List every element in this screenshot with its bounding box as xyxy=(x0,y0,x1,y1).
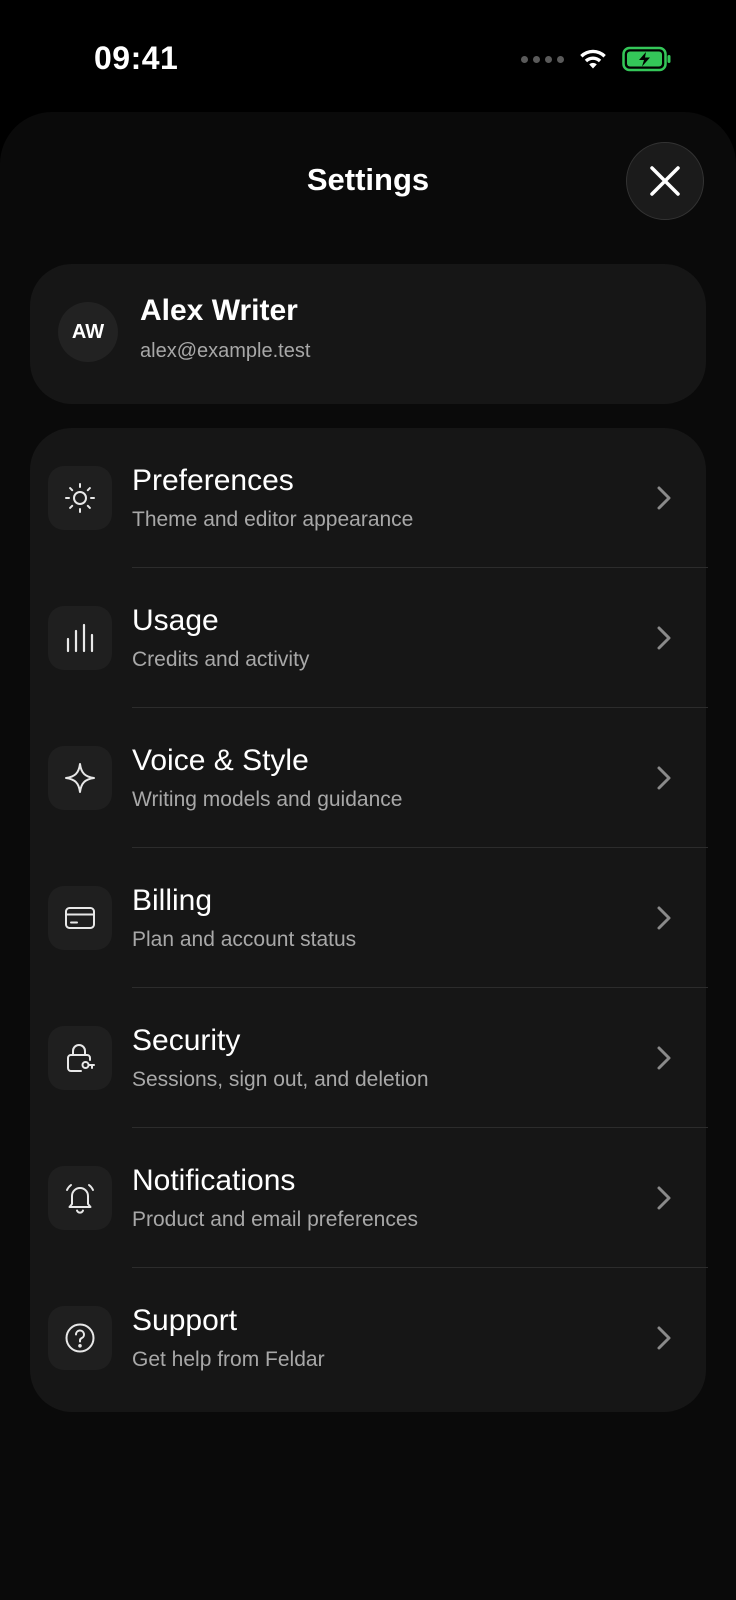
menu-item-title: Billing xyxy=(132,884,213,917)
menu-item-subtitle: Credits and activity xyxy=(132,648,310,671)
status-time: 09:41 xyxy=(94,40,179,76)
menu-item-subtitle: Get help from Feldar xyxy=(132,1348,325,1371)
menu-item-title: Security xyxy=(132,1024,241,1057)
menu-item-subtitle: Writing models and guidance xyxy=(132,788,403,811)
menu-item-title: Voice & Style xyxy=(132,744,309,777)
settings-menu: Preferences Theme and editor appearance … xyxy=(30,428,708,1412)
close-button[interactable] xyxy=(626,142,704,220)
chevron-right-icon xyxy=(657,1326,671,1350)
status-icons xyxy=(521,44,672,74)
help-circle-icon xyxy=(65,1323,95,1353)
chevron-right-icon xyxy=(657,766,671,790)
menu-item-title: Preferences xyxy=(132,464,294,497)
menu-item-billing[interactable]: Billing Plan and account status xyxy=(30,848,708,988)
bar-chart-icon xyxy=(66,623,94,653)
menu-item-title: Notifications xyxy=(132,1164,296,1197)
chevron-right-icon xyxy=(657,1186,671,1210)
menu-item-subtitle: Plan and account status xyxy=(132,928,357,951)
sparkle-icon xyxy=(65,763,95,793)
settings-sheet: Settings AW Alex Writer alex@example.tes… xyxy=(0,112,736,1600)
menu-item-support[interactable]: Support Get help from Feldar xyxy=(30,1268,706,1408)
menu-icon-box xyxy=(48,1306,112,1370)
menu-icon-box xyxy=(48,1166,112,1230)
profile-email: alex@example.test xyxy=(140,340,311,362)
credit-card-icon xyxy=(65,907,95,929)
chevron-right-icon xyxy=(657,486,671,510)
sun-icon xyxy=(65,483,95,513)
chevron-right-icon xyxy=(657,906,671,930)
profile-name: Alex Writer xyxy=(140,294,298,327)
status-bar: 09:41 xyxy=(0,0,736,112)
menu-item-subtitle: Sessions, sign out, and deletion xyxy=(132,1068,429,1091)
menu-icon-box xyxy=(48,606,112,670)
menu-item-security[interactable]: Security Sessions, sign out, and deletio… xyxy=(30,988,708,1128)
chevron-right-icon xyxy=(657,1046,671,1070)
lock-key-icon xyxy=(67,1044,95,1072)
menu-item-title: Usage xyxy=(132,604,219,637)
menu-item-subtitle: Theme and editor appearance xyxy=(132,508,414,531)
battery-charging-icon xyxy=(622,46,671,72)
chevron-right-icon xyxy=(657,626,671,650)
bell-icon xyxy=(66,1184,94,1214)
menu-icon-box xyxy=(48,466,112,530)
menu-item-notifications[interactable]: Notifications Product and email preferen… xyxy=(30,1128,708,1268)
menu-item-usage[interactable]: Usage Credits and activity xyxy=(30,568,708,708)
menu-icon-box xyxy=(48,746,112,810)
menu-icon-box xyxy=(48,1026,112,1090)
profile-card[interactable]: AW Alex Writer alex@example.test xyxy=(30,264,706,404)
close-icon xyxy=(650,166,680,196)
wifi-icon xyxy=(580,49,606,69)
menu-item-title: Support xyxy=(132,1304,238,1337)
avatar: AW xyxy=(58,302,118,362)
menu-icon-box xyxy=(48,886,112,950)
menu-item-voice-style[interactable]: Voice & Style Writing models and guidanc… xyxy=(30,708,708,848)
signal-dots-icon xyxy=(521,55,564,63)
menu-item-preferences[interactable]: Preferences Theme and editor appearance xyxy=(30,428,708,568)
menu-item-subtitle: Product and email preferences xyxy=(132,1208,418,1231)
